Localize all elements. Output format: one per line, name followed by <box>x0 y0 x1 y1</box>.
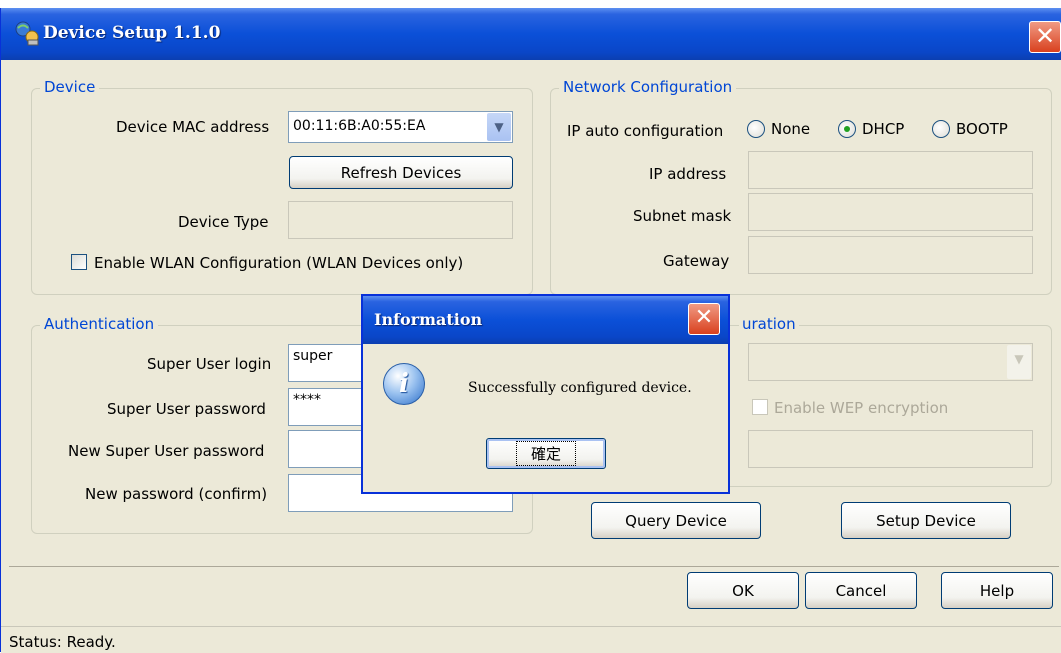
subnet-mask-field <box>748 193 1033 231</box>
info-icon: i <box>383 363 425 405</box>
network-config-legend: Network Configuration <box>559 78 737 96</box>
dialog-ok-label: 確定 <box>515 441 576 466</box>
radio-dhcp-label[interactable]: DHCP <box>862 120 904 138</box>
radio-bootp-label[interactable]: BOOTP <box>956 120 1008 138</box>
super-user-password-label: Super User password <box>107 400 266 418</box>
mac-address-combobox[interactable]: 00:11:6B:A0:55:EA ▼ <box>288 111 513 143</box>
device-type-label: Device Type <box>178 213 269 231</box>
dialog-title: Information <box>374 310 483 329</box>
new-password-label: New Super User password <box>68 442 265 460</box>
radio-bootp[interactable] <box>932 120 950 138</box>
authentication-legend: Authentication <box>40 315 159 333</box>
title-bar[interactable]: Device Setup 1.1.0 ✕ <box>1 8 1061 60</box>
wep-encryption-checkbox <box>752 399 768 415</box>
chevron-down-icon[interactable]: ▼ <box>487 113 511 141</box>
wep-key-field <box>748 430 1033 468</box>
help-button[interactable]: Help <box>941 572 1053 609</box>
window-title: Device Setup 1.1.0 <box>43 23 221 43</box>
wep-encryption-label: Enable WEP encryption <box>774 399 949 417</box>
radio-none-label[interactable]: None <box>771 120 810 138</box>
device-setup-window: Device Setup 1.1.0 ✕ Device Device MAC a… <box>0 8 1061 653</box>
status-bar: Status: Ready. <box>1 626 1061 653</box>
radio-dhcp[interactable] <box>838 120 856 138</box>
mac-address-value: 00:11:6B:A0:55:EA <box>293 118 426 134</box>
status-text: Status: Ready. <box>9 633 116 651</box>
device-type-field <box>288 201 513 239</box>
chevron-down-icon: ▼ <box>1007 345 1031 379</box>
cancel-button[interactable]: Cancel <box>805 572 917 609</box>
subnet-mask-label: Subnet mask <box>633 207 732 225</box>
information-dialog: Information ✕ i Successfully configured … <box>361 294 730 494</box>
ip-address-label: IP address <box>649 165 727 183</box>
close-button[interactable]: ✕ <box>1029 21 1061 53</box>
ok-button[interactable]: OK <box>687 572 799 609</box>
setup-device-button[interactable]: Setup Device <box>841 502 1011 539</box>
radio-none[interactable] <box>747 120 765 138</box>
confirm-password-label: New password (confirm) <box>85 485 268 503</box>
radio-selected-dot <box>844 126 850 132</box>
device-legend: Device <box>40 78 100 96</box>
dialog-message: Successfully configured device. <box>468 380 692 396</box>
wlan-config-checkbox[interactable] <box>71 254 87 270</box>
gateway-label: Gateway <box>663 252 730 270</box>
wlan-mode-combobox: ▼ <box>748 343 1033 381</box>
ip-auto-config-label: IP auto configuration <box>567 122 724 140</box>
query-device-button[interactable]: Query Device <box>591 502 761 539</box>
dialog-ok-button[interactable]: 確定 <box>486 438 606 469</box>
mac-address-label: Device MAC address <box>116 118 270 136</box>
dialog-close-button[interactable]: ✕ <box>688 303 720 335</box>
ip-address-field <box>748 151 1033 189</box>
network-setup-icon <box>15 21 39 46</box>
wlan-config-label[interactable]: Enable WLAN Configuration (WLAN Devices … <box>94 254 463 272</box>
divider <box>9 566 1059 567</box>
wlan-legend-partial: uration <box>739 315 799 333</box>
dialog-title-bar[interactable]: Information ✕ <box>363 296 728 344</box>
refresh-devices-button[interactable]: Refresh Devices <box>289 156 513 189</box>
super-user-login-label: Super User login <box>147 355 272 373</box>
gateway-field <box>748 236 1033 274</box>
